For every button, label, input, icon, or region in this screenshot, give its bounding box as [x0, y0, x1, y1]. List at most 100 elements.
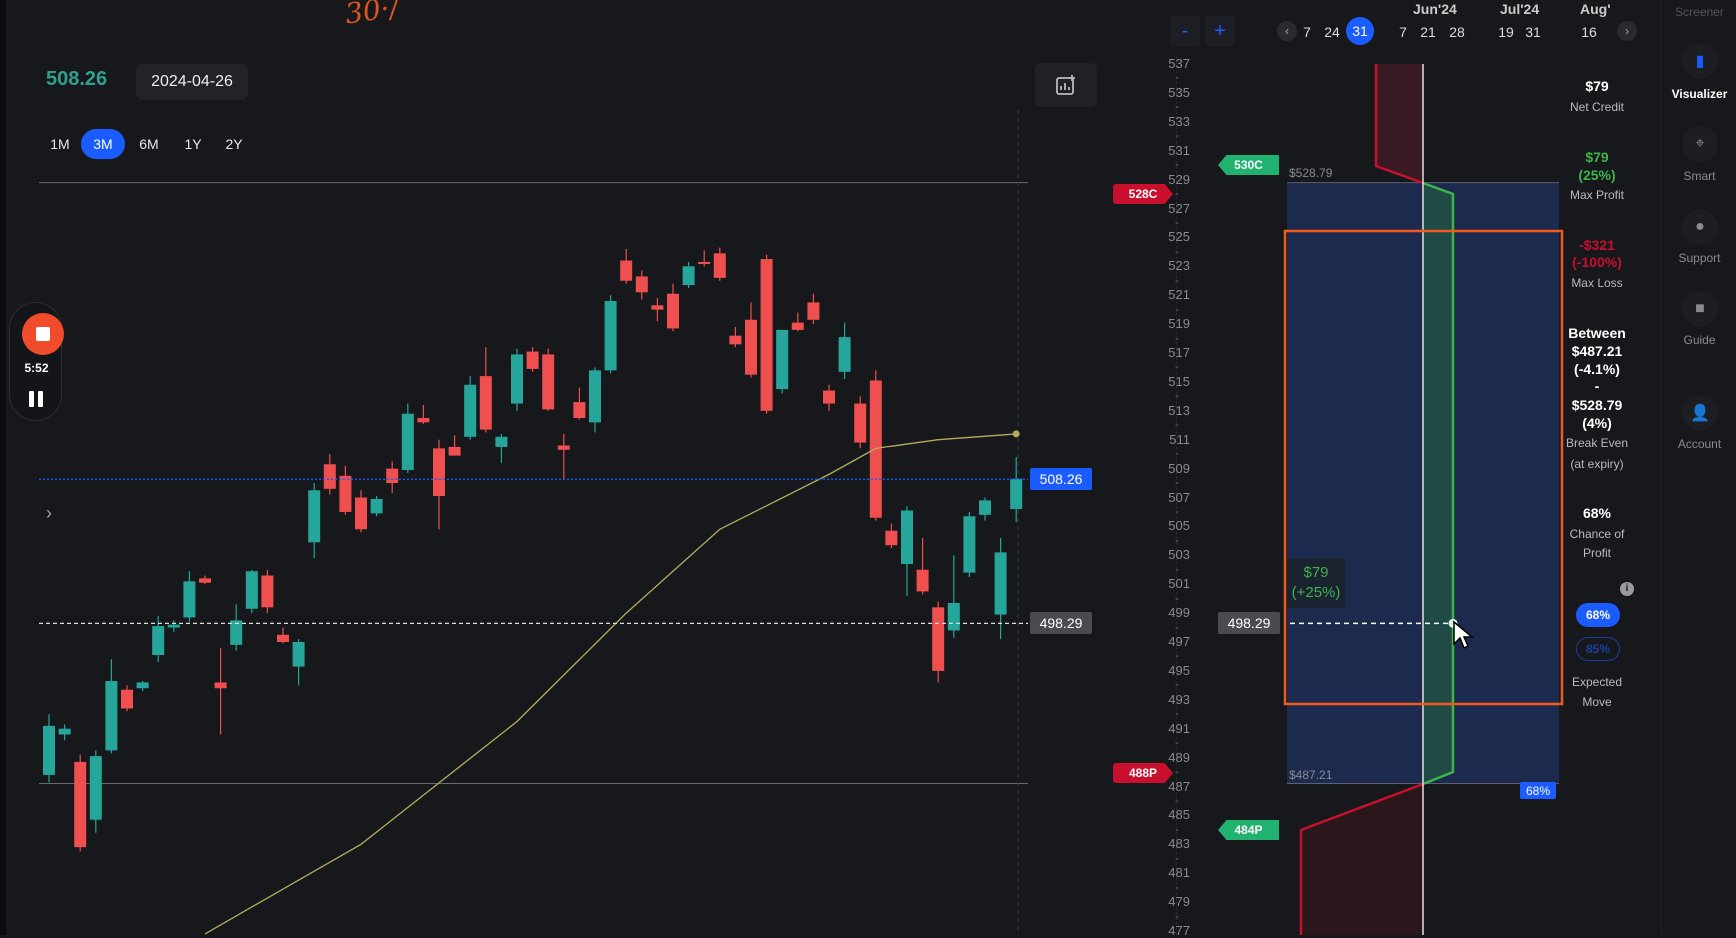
- timeframe-1y[interactable]: 1Y: [171, 129, 215, 159]
- strike-tag-long-call[interactable]: 530C: [1218, 155, 1279, 175]
- candle: [947, 555, 960, 638]
- candle: [526, 347, 539, 372]
- sidebar-item-visualizer[interactable]: Visualizer: [1662, 87, 1736, 101]
- expected-move-box: [1283, 229, 1564, 706]
- expiry-date[interactable]: 28: [1443, 22, 1471, 42]
- candle: [557, 433, 570, 479]
- candle-body: [729, 335, 742, 345]
- candle: [604, 295, 617, 374]
- candle-body: [323, 464, 336, 489]
- candle-body: [682, 266, 695, 286]
- candle-body: [339, 475, 352, 512]
- axis-tick-label: 537: [1168, 56, 1190, 71]
- cursor-price-tag-right: 498.29: [1218, 612, 1280, 634]
- timeframe-2y[interactable]: 2Y: [212, 129, 256, 159]
- expiry-date[interactable]: 21: [1414, 22, 1442, 42]
- axis-minor-tick: -: [1175, 764, 1179, 779]
- candle: [136, 681, 149, 692]
- axis-minor-tick: -: [1175, 417, 1179, 432]
- expand-panel-chevron-icon[interactable]: ›: [46, 503, 52, 524]
- axis-tick-label: 483: [1168, 836, 1190, 852]
- info-icon[interactable]: i: [1620, 582, 1634, 596]
- break-even-low: $487.21: [1571, 343, 1623, 359]
- candle-body: [370, 498, 383, 514]
- axis-tick-label: 481: [1168, 865, 1190, 881]
- sidebar-item-guide[interactable]: Guide: [1662, 333, 1736, 347]
- candle-body: [277, 634, 289, 642]
- expiry-date[interactable]: 7: [1293, 22, 1321, 42]
- candle: [261, 569, 274, 614]
- expiry-date[interactable]: 31: [1346, 17, 1374, 45]
- candle: [433, 439, 445, 530]
- candle-body: [479, 376, 492, 430]
- stop-recording-button[interactable]: [22, 313, 64, 355]
- axis-minor-tick: -: [1175, 99, 1179, 114]
- candle-body: [136, 682, 149, 689]
- candle: [292, 639, 305, 686]
- timeframe-3m[interactable]: 3M: [81, 129, 125, 159]
- expected-move-option-85[interactable]: 85%: [1576, 637, 1620, 661]
- candle: [183, 571, 196, 622]
- axis-tick-label: 521: [1168, 287, 1190, 303]
- net-credit-value: $79: [1585, 78, 1609, 94]
- strike-tag-long-put[interactable]: 484P: [1218, 820, 1279, 840]
- sidebar-item-account[interactable]: Account: [1662, 437, 1736, 451]
- expiry-date[interactable]: 19: [1492, 22, 1520, 42]
- candle-body: [417, 418, 430, 423]
- pause-button[interactable]: [29, 391, 43, 407]
- axis-minor-tick: -: [1175, 128, 1179, 143]
- candle-body: [823, 390, 835, 404]
- video-camera-icon[interactable]: ■: [1682, 291, 1718, 327]
- candle-body: [963, 516, 976, 573]
- candle-body: [511, 354, 523, 404]
- month-label: Aug': [1580, 1, 1611, 17]
- month-label: Jul'24: [1500, 1, 1540, 17]
- profit-region: [1423, 183, 1453, 784]
- candle-body: [214, 682, 227, 689]
- candle-body: [167, 624, 180, 628]
- zoom-out-button[interactable]: -: [1170, 16, 1200, 46]
- dates-next-chevron-icon[interactable]: ›: [1617, 21, 1637, 41]
- expiry-date[interactable]: 24: [1318, 22, 1346, 42]
- strike-tag-short-put[interactable]: 488P: [1113, 763, 1173, 783]
- max-profit-value: $79: [1585, 149, 1609, 165]
- candle-body: [43, 725, 55, 775]
- candle-body: [464, 384, 477, 437]
- sidebar-item-support[interactable]: Support: [1662, 251, 1736, 265]
- candle-body: [105, 681, 118, 751]
- candle: [479, 347, 492, 433]
- axis-minor-tick: -: [1175, 706, 1179, 721]
- candle: [698, 250, 711, 267]
- axis-tick-label: 525: [1168, 229, 1190, 245]
- candle: [542, 348, 555, 411]
- expiry-date[interactable]: 7: [1389, 22, 1417, 42]
- candle-body: [386, 468, 399, 484]
- zoom-in-button[interactable]: +: [1205, 16, 1235, 46]
- axis-tick-label: 485: [1168, 807, 1190, 823]
- expiry-date[interactable]: 31: [1519, 22, 1547, 42]
- break-even-high: $528.79: [1571, 397, 1623, 413]
- axis-minor-tick: -: [1175, 590, 1179, 605]
- expected-move-option-68[interactable]: 68%: [1576, 603, 1620, 627]
- axis-tick-label: 509: [1168, 460, 1190, 476]
- sidebar-item-smart[interactable]: Smart: [1662, 169, 1736, 183]
- bar-chart-icon[interactable]: ▮: [1682, 43, 1718, 79]
- axis-tick-label: 511: [1169, 431, 1190, 447]
- timeframe-6m[interactable]: 6M: [127, 129, 171, 159]
- user-icon[interactable]: 👤: [1682, 395, 1718, 431]
- max-loss-value: -$321: [1579, 237, 1615, 253]
- candle: [464, 376, 477, 440]
- sidebar-item-screener[interactable]: Screener: [1662, 5, 1736, 19]
- axis-tick-label: 495: [1168, 662, 1190, 678]
- candle: [854, 396, 867, 449]
- chat-bubble-icon[interactable]: ●: [1682, 209, 1718, 245]
- break-even-high-pct: (4%): [1582, 415, 1612, 431]
- expiry-date[interactable]: 16: [1575, 22, 1603, 42]
- strike-tag-short-call[interactable]: 528C: [1113, 184, 1173, 204]
- candle-body: [667, 293, 679, 329]
- timeframe-1m[interactable]: 1M: [38, 129, 82, 159]
- break-even-sub: (at expiry): [1570, 457, 1624, 471]
- crosshair-icon[interactable]: ⌖: [1682, 126, 1718, 162]
- chance-label-2: Profit: [1582, 546, 1611, 560]
- candle-body: [854, 403, 867, 443]
